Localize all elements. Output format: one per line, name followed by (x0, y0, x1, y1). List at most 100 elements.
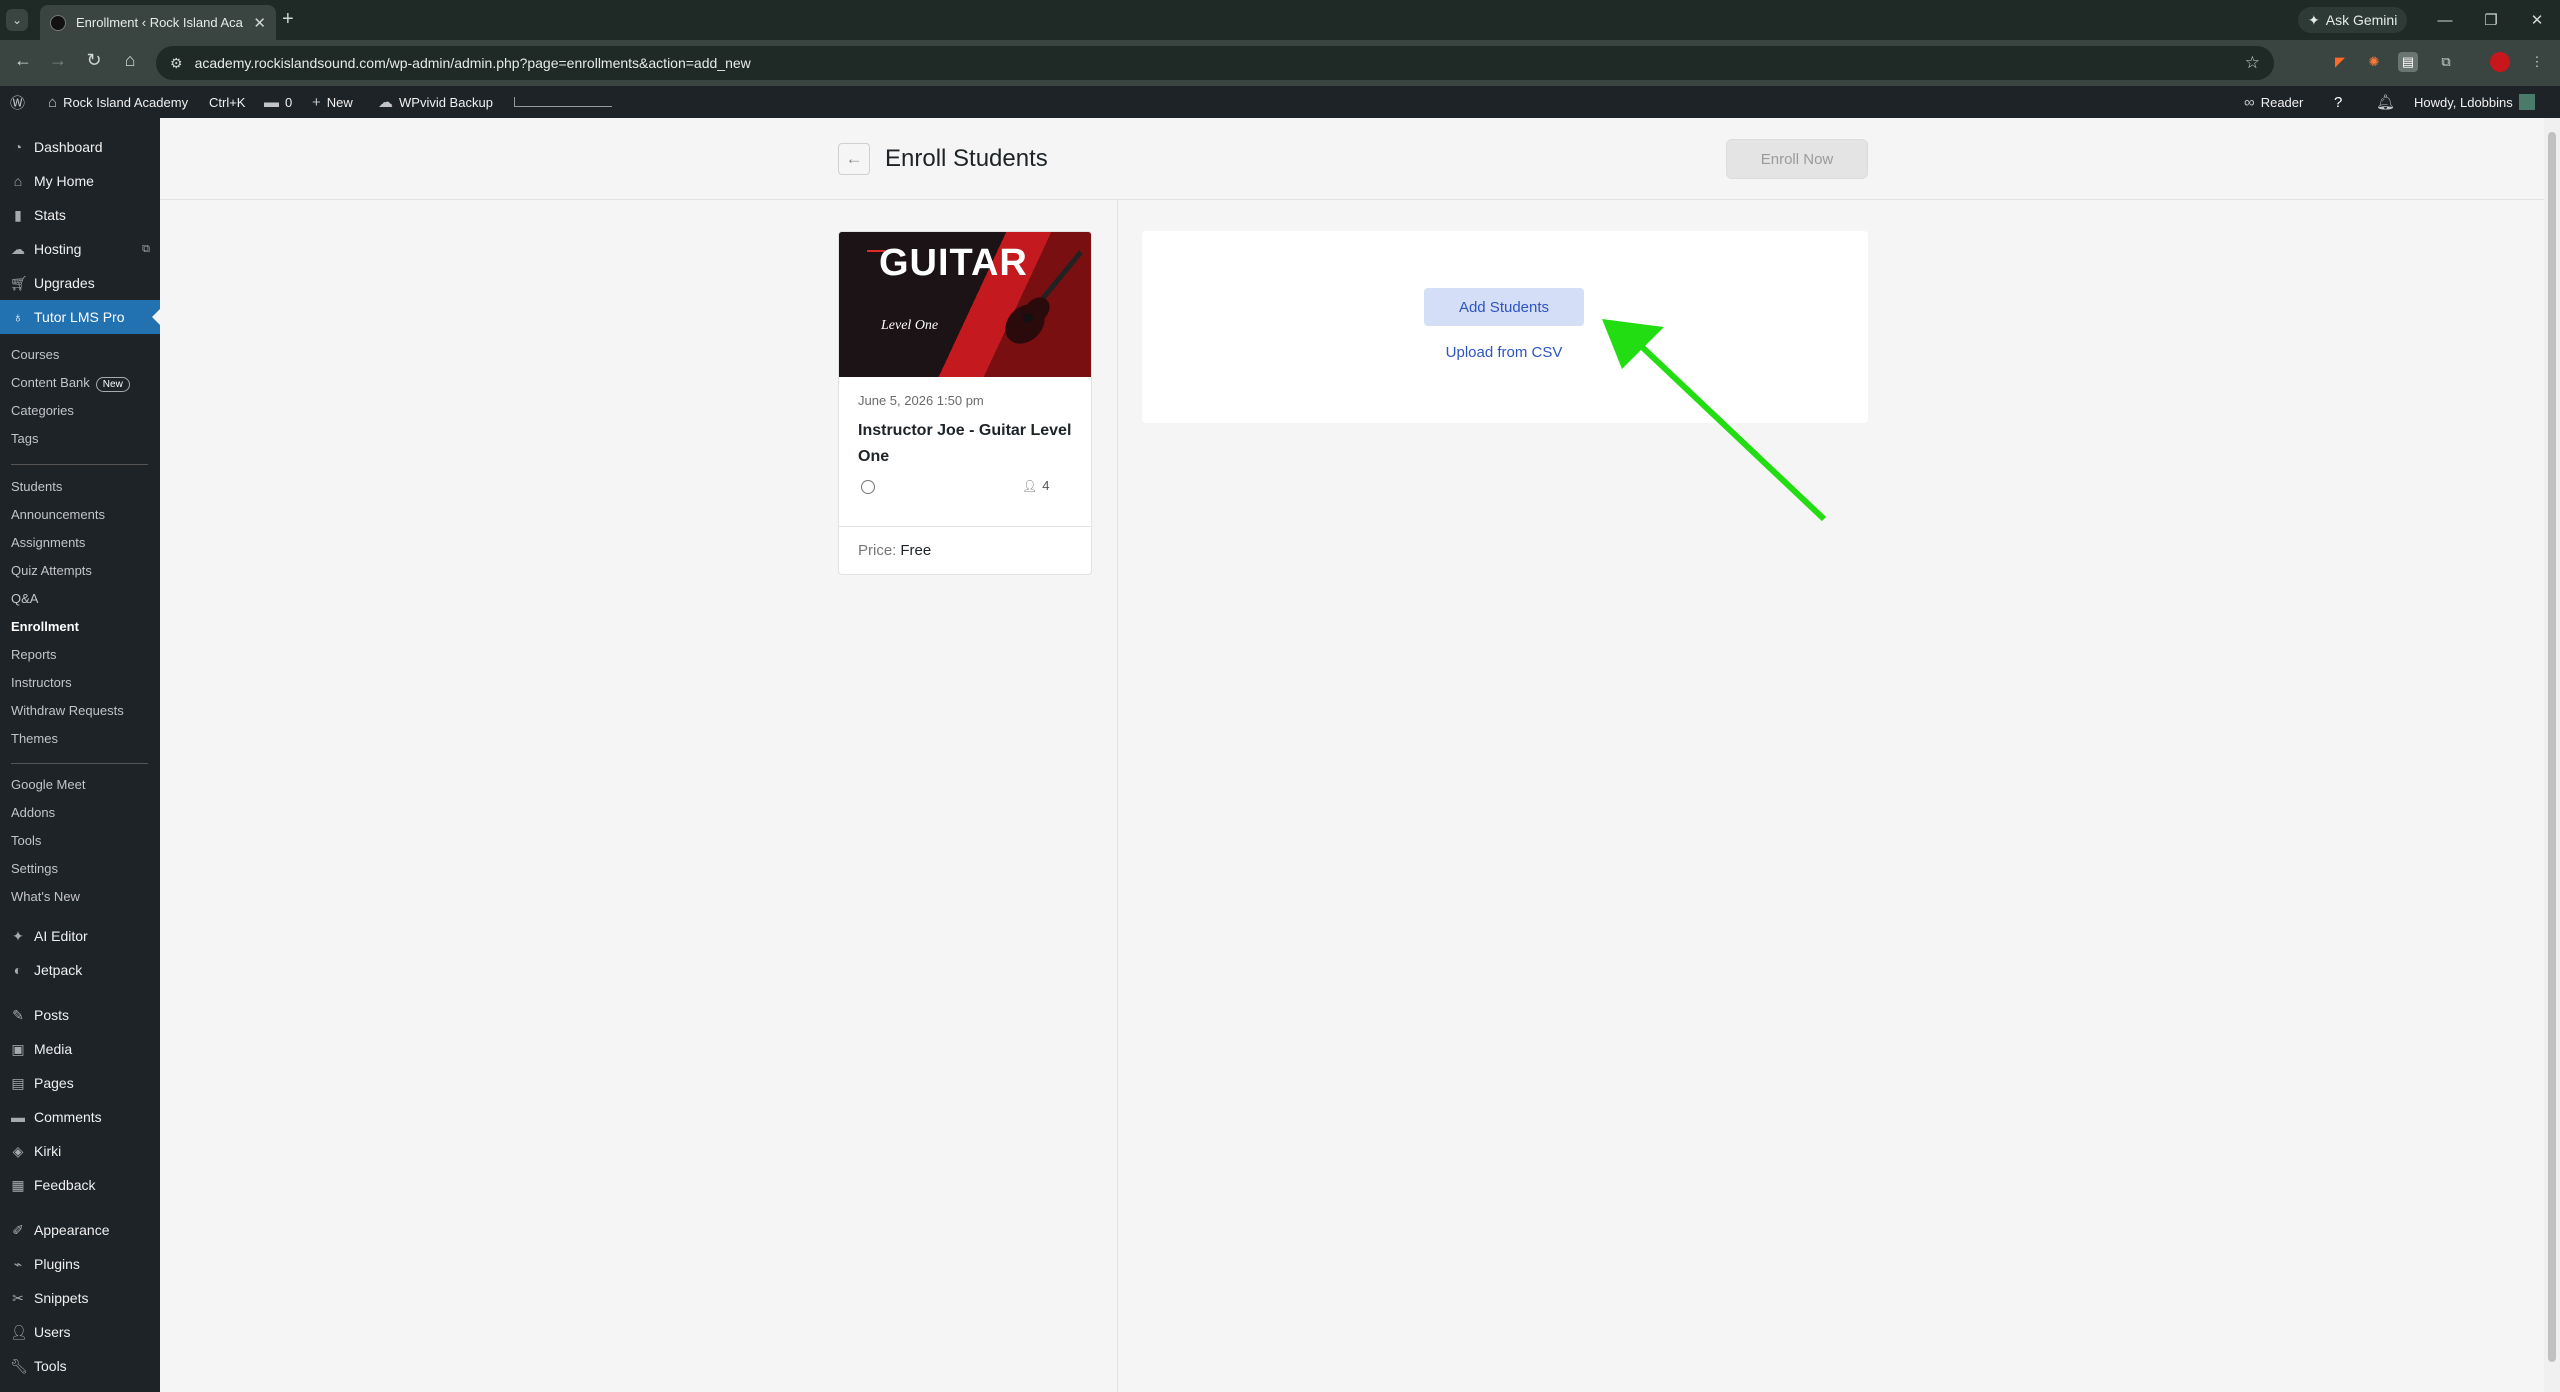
extension-icon[interactable]: ▤ (2398, 52, 2418, 72)
home-icon[interactable]: ⌂ (117, 50, 143, 71)
notifications-bell-icon[interactable]: 🔔︎ (2376, 86, 2395, 118)
submenu-quiz-attempts[interactable]: Quiz Attempts (11, 563, 92, 578)
url-text[interactable]: academy.rockislandsound.com/wp-admin/adm… (195, 55, 751, 71)
menu-divider (11, 763, 148, 764)
submenu-addons[interactable]: Addons (11, 805, 55, 820)
guitar-icon (1005, 250, 1083, 344)
plug-icon: ⌁ (13, 1255, 23, 1272)
submenu-qa[interactable]: Q&A (11, 591, 38, 606)
sidebar-item-posts[interactable]: ✎ Posts (0, 998, 160, 1032)
browser-tab[interactable]: Enrollment ‹ Rock Island Acade ✕ (40, 5, 276, 40)
page-scrollbar[interactable] (2544, 118, 2560, 1392)
jetpack-icon: ◐ (13, 962, 23, 978)
sidebar-item-feedback[interactable]: ▦ Feedback (0, 1168, 160, 1202)
add-students-button[interactable]: Add Students (1424, 288, 1584, 326)
sidebar-item-appearance[interactable]: ✐ Appearance (0, 1213, 160, 1247)
sidebar-item-upgrades[interactable]: 🛒︎ Upgrades (0, 266, 160, 300)
submenu-instructors[interactable]: Instructors (11, 675, 72, 690)
sidebar-item-stats[interactable]: ▮ Stats (0, 198, 160, 232)
scrollbar-thumb[interactable] (2548, 132, 2556, 1362)
extension-icon[interactable]: ◤ (2330, 52, 2350, 72)
new-tab-button[interactable]: + (282, 8, 294, 31)
site-name-link[interactable]: ⌂ Rock Island Academy (48, 86, 188, 118)
sidebar-item-users[interactable]: 👤︎ Users (0, 1315, 160, 1349)
cart-icon: 🛒︎ (10, 274, 28, 291)
comments-link[interactable]: ▬ 0 (264, 86, 292, 118)
comment-icon: ▬ (11, 1109, 25, 1125)
submenu-courses[interactable]: Courses (11, 347, 59, 362)
browser-menu-icon[interactable]: ⋮ (2527, 52, 2547, 72)
forward-arrow-icon[interactable]: → (45, 50, 71, 71)
submenu-enrollment[interactable]: Enrollment (11, 619, 79, 634)
sidebar-item-snippets[interactable]: ✂ Snippets (0, 1281, 160, 1315)
enroll-now-button[interactable]: Enroll Now (1726, 139, 1868, 179)
course-date: June 5, 2026 1:50 pm (858, 393, 984, 408)
stats-icon: ▮ (14, 206, 22, 223)
wpvivid-backup-link[interactable]: ☁ WPvivid Backup (378, 86, 493, 118)
submenu-announcements[interactable]: Announcements (11, 507, 105, 522)
submenu-reports[interactable]: Reports (11, 647, 57, 662)
submenu-themes[interactable]: Themes (11, 731, 58, 746)
sidebar-item-media[interactable]: ▣ Media (0, 1032, 160, 1066)
tab-title: Enrollment ‹ Rock Island Acade (76, 15, 244, 30)
back-arrow-button[interactable]: ← (838, 143, 870, 175)
extension-icon[interactable]: ✺ (2364, 52, 2384, 72)
sidebar-item-hosting[interactable]: ☁ Hosting ⧉ (0, 232, 160, 266)
sidebar-item-tutor-lms-pro[interactable]: ♁ Tutor LMS Pro (0, 300, 160, 334)
sidebar-item-pages[interactable]: ▤ Pages (0, 1066, 160, 1100)
upload-csv-link[interactable]: Upload from CSV (1424, 344, 1584, 364)
course-price: Price: Free (839, 526, 1091, 574)
howdy-user-menu[interactable]: Howdy, Ldobbins (2414, 86, 2535, 118)
window-controls: — ❐ ✕ (2422, 0, 2560, 40)
reload-icon[interactable]: ↻ (81, 50, 107, 71)
submenu-tags[interactable]: Tags (11, 431, 38, 446)
kirki-icon: ◈ (12, 1142, 24, 1159)
submenu-assignments[interactable]: Assignments (11, 535, 85, 550)
minimize-button[interactable]: — (2422, 0, 2468, 40)
command-palette-shortcut[interactable]: Ctrl+K (209, 86, 245, 118)
new-badge: New (95, 377, 130, 392)
address-bar[interactable]: ⚙ academy.rockislandsound.com/wp-admin/a… (156, 46, 2274, 80)
bookmark-star-icon[interactable]: ☆ (2245, 53, 2260, 73)
submenu-tools[interactable]: Tools (11, 833, 41, 848)
close-window-button[interactable]: ✕ (2514, 0, 2560, 40)
reader-link[interactable]: ∞ Reader (2244, 86, 2303, 118)
feedback-icon: ▦ (11, 1176, 25, 1193)
media-icon: ▣ (11, 1040, 25, 1057)
stats-sparkline[interactable] (514, 86, 612, 118)
wordpress-logo-icon[interactable]: Ⓦ (10, 86, 25, 118)
submenu-categories[interactable]: Categories (11, 403, 74, 418)
admin-sidebar: ◔ Dashboard ⌂ My Home ▮ Stats ☁ Hosting ⧉ 🛒︎ U… (0, 118, 160, 1392)
course-name[interactable]: Instructor Joe - Guitar Level One (858, 418, 1072, 470)
sidebar-item-ai-editor[interactable]: ✦ AI Editor (0, 919, 160, 953)
sidebar-item-my-home[interactable]: ⌂ My Home (0, 164, 160, 198)
submenu-settings[interactable]: Settings (11, 861, 58, 876)
submenu-whats-new[interactable]: What's New (11, 889, 80, 904)
site-favicon-icon (50, 14, 66, 31)
site-info-icon[interactable]: ⚙ (170, 55, 183, 72)
sidebar-item-jetpack[interactable]: ◐ Jetpack (0, 953, 160, 987)
ask-gemini-button[interactable]: ✦ Ask Gemini (2298, 7, 2408, 33)
sidebar-item-dashboard[interactable]: ◔ Dashboard (0, 130, 160, 164)
comment-icon: ▬ (264, 93, 279, 111)
back-arrow-icon[interactable]: ← (10, 50, 36, 71)
tab-search-button[interactable]: ⌄ (6, 9, 28, 31)
sidebar-item-kirki[interactable]: ◈ Kirki (0, 1134, 160, 1168)
submenu-withdraw-requests[interactable]: Withdraw Requests (11, 703, 124, 718)
submenu-google-meet[interactable]: Google Meet (11, 777, 85, 792)
cloud-icon: ☁ (378, 94, 393, 111)
course-thumbnail: GUITAR Level One (839, 232, 1091, 377)
extensions-puzzle-icon[interactable]: ⧉ (2436, 52, 2456, 72)
page-title: Enroll Students (885, 145, 1048, 172)
sidebar-item-tools[interactable]: 🔧︎ Tools (0, 1349, 160, 1383)
help-icon[interactable]: ? (2334, 86, 2342, 118)
new-content-link[interactable]: + New (312, 86, 353, 118)
submenu-content-bank[interactable]: Content Bank New (11, 375, 130, 392)
submenu-students[interactable]: Students (11, 479, 62, 494)
sidebar-item-plugins[interactable]: ⌁ Plugins (0, 1247, 160, 1281)
tab-close-icon[interactable]: ✕ (253, 14, 266, 32)
sidebar-item-comments[interactable]: ▬ Comments (0, 1100, 160, 1134)
plus-icon: + (312, 93, 321, 111)
profile-avatar-icon[interactable] (2490, 52, 2510, 72)
restore-button[interactable]: ❐ (2468, 0, 2514, 40)
